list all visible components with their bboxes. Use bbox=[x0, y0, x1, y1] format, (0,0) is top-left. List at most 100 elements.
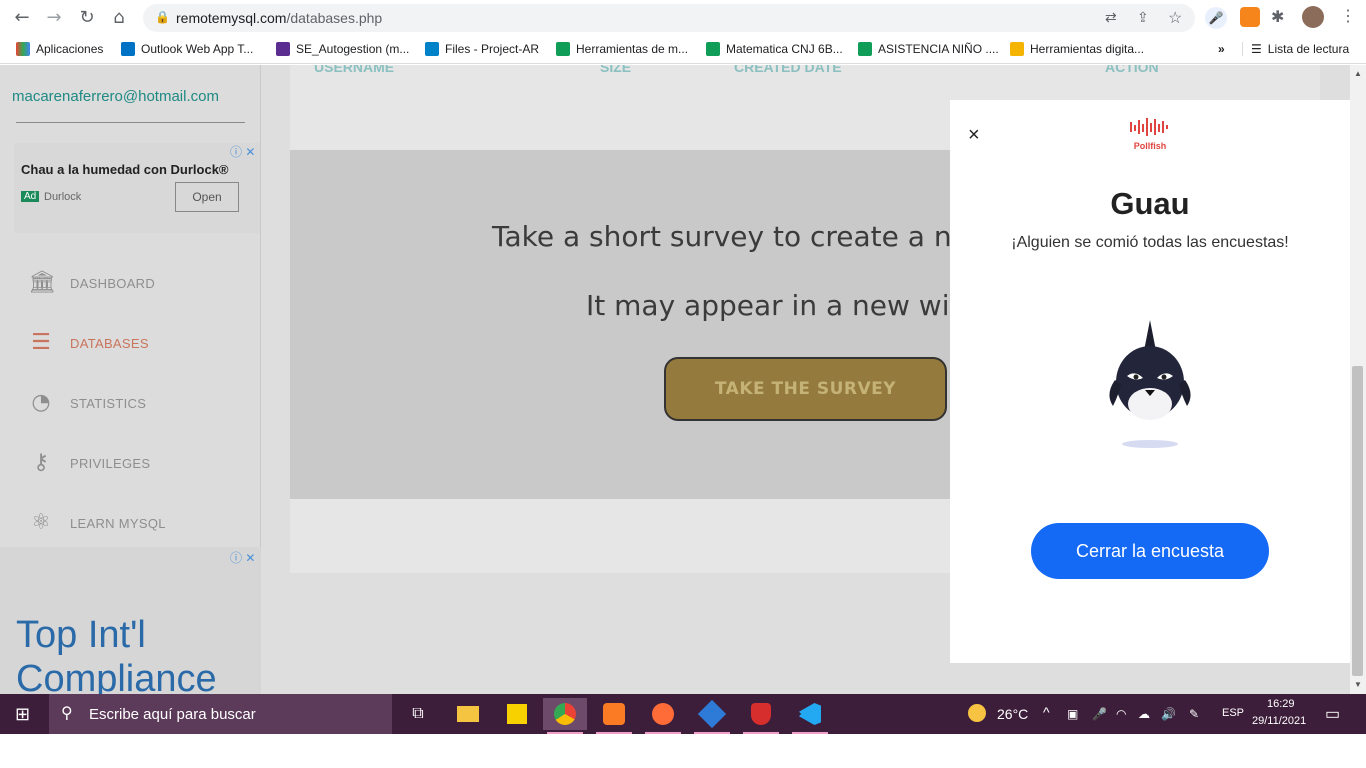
modal-subtitle: ¡Alguien se comió todas las encuestas! bbox=[1011, 234, 1289, 251]
pollfish-logo-icon bbox=[1130, 118, 1168, 136]
atom-icon: ⚛ bbox=[31, 510, 51, 535]
bookmark-herramientas-digita[interactable]: Herramientas digita... bbox=[1010, 42, 1144, 56]
vscode-icon bbox=[799, 703, 821, 725]
sidebar-divider bbox=[16, 122, 245, 123]
back-icon[interactable]: ← bbox=[10, 6, 34, 30]
sidebar-item-learn-mysql[interactable]: ⚛ LEARN MYSQL bbox=[0, 503, 261, 543]
taskbar-sourcetree[interactable] bbox=[690, 698, 734, 734]
ad-open-button[interactable]: Open bbox=[175, 182, 239, 212]
windows-start-icon[interactable]: ⊞ bbox=[15, 704, 30, 725]
lock-icon[interactable]: 🔒 bbox=[155, 10, 170, 24]
language-indicator[interactable]: ESP bbox=[1222, 707, 1244, 719]
clock-time[interactable]: 16:29 bbox=[1267, 698, 1295, 710]
sidebar-item-databases[interactable]: ☰ DATABASES bbox=[0, 323, 261, 363]
sidebar-item-label: DASHBOARD bbox=[70, 275, 156, 291]
scrollbar-thumb[interactable] bbox=[1352, 366, 1363, 676]
extensions-icon[interactable]: ✱ bbox=[1271, 7, 1284, 27]
translate-icon[interactable]: ⇄ bbox=[1105, 9, 1117, 26]
bookmark-matematica[interactable]: Matematica CNJ 6B... bbox=[706, 42, 843, 56]
sidebar-item-label: LEARN MYSQL bbox=[70, 515, 166, 531]
sidebar-item-statistics[interactable]: ◔ STATISTICS bbox=[0, 383, 261, 423]
bookmark-label: Herramientas de m... bbox=[576, 42, 689, 56]
weather-temperature[interactable]: 26°C bbox=[997, 706, 1028, 722]
url-text[interactable]: remotemysql.com/databases.php bbox=[176, 10, 382, 26]
bookmark-label: Files - Project-AR bbox=[445, 42, 540, 56]
ad-banner-top[interactable]: ⓘ ✕ Chau a la humedad con Durlock® Ad Du… bbox=[14, 143, 260, 233]
profile-avatar[interactable] bbox=[1302, 6, 1324, 28]
weather-icon[interactable] bbox=[968, 704, 986, 722]
ad-advertiser: Durlock bbox=[44, 191, 82, 203]
taskbar-vscode[interactable] bbox=[788, 698, 832, 734]
clock-date[interactable]: 29/11/2021 bbox=[1252, 715, 1306, 727]
bookmarks-bar: Aplicaciones Outlook Web App T... SE_Aut… bbox=[0, 36, 1366, 64]
taskbar-search[interactable]: ⚲ Escribe aquí para buscar bbox=[49, 694, 392, 734]
survey-text-line2: It may appear in a new wir bbox=[586, 289, 961, 322]
microphone-icon[interactable]: 🎤 bbox=[1092, 707, 1107, 721]
chrome-icon bbox=[554, 703, 576, 725]
apps-grid-icon bbox=[16, 42, 30, 56]
home-icon[interactable]: ⌂ bbox=[107, 6, 131, 30]
bookmark-label: Matematica CNJ 6B... bbox=[726, 42, 843, 56]
notifications-icon[interactable]: ▭ bbox=[1325, 704, 1340, 724]
ad-info-icon[interactable]: ⓘ ✕ bbox=[230, 143, 255, 160]
ad-text-line2: Compliance bbox=[16, 658, 217, 694]
reading-list-icon: ☰ bbox=[1251, 42, 1262, 56]
meet-now-icon[interactable]: ▣ bbox=[1067, 707, 1078, 721]
bookmark-label: Aplicaciones bbox=[36, 42, 104, 56]
key-icon: ⚷ bbox=[32, 450, 50, 475]
bookmark-herramientas-m[interactable]: Herramientas de m... bbox=[556, 42, 688, 56]
bookmark-files-project[interactable]: Files - Project-AR bbox=[425, 42, 539, 56]
bank-icon: 🏛 bbox=[28, 270, 56, 295]
pen-icon[interactable]: ✎ bbox=[1189, 707, 1199, 721]
user-email: macarenaferrero@hotmail.com bbox=[12, 88, 219, 105]
forward-icon[interactable]: → bbox=[42, 6, 66, 30]
scroll-down-icon[interactable]: ▼ bbox=[1354, 680, 1362, 689]
search-icon: ⚲ bbox=[61, 703, 73, 722]
taskbar-xampp[interactable] bbox=[592, 698, 636, 734]
orca-illustration bbox=[1109, 320, 1191, 448]
taskbar-security-app[interactable] bbox=[739, 698, 783, 734]
sidebar-item-label: PRIVILEGES bbox=[70, 455, 151, 471]
taskbar-postman[interactable] bbox=[641, 698, 685, 734]
sidebar-item-dashboard[interactable]: 🏛 DASHBOARD bbox=[0, 263, 261, 303]
more-bookmarks-button[interactable]: » bbox=[1218, 42, 1225, 56]
voice-extension-icon[interactable]: 🎤 bbox=[1205, 7, 1227, 29]
tray-overflow-icon[interactable]: ^ bbox=[1043, 704, 1050, 720]
pollfish-brand: Pollfish bbox=[1133, 141, 1167, 151]
ad-info-icon[interactable]: ⓘ ✕ bbox=[230, 549, 255, 566]
bookmark-star-icon[interactable]: ☆ bbox=[1168, 8, 1182, 28]
windows-taskbar: ⊞ ⚲ Escribe aquí para buscar ⧉ 26°C ^ ▣ … bbox=[0, 694, 1366, 734]
take-survey-button[interactable]: TAKE THE SURVEY bbox=[664, 357, 947, 421]
bookmark-outlook[interactable]: Outlook Web App T... bbox=[121, 42, 253, 56]
wifi-icon[interactable]: ◠ bbox=[1116, 707, 1126, 721]
task-view-button[interactable]: ⧉ bbox=[396, 698, 440, 730]
postman-icon bbox=[652, 703, 674, 725]
ad-banner-bottom[interactable]: ⓘ ✕ Top Int'l Compliance bbox=[0, 547, 261, 694]
bookmark-label: ASISTENCIA NIÑO .... bbox=[878, 42, 999, 56]
taskbar-file-explorer[interactable] bbox=[446, 698, 490, 730]
scroll-up-icon[interactable]: ▲ bbox=[1354, 69, 1362, 78]
share-icon[interactable]: ⇪ bbox=[1137, 9, 1149, 26]
pie-chart-icon: ◔ bbox=[31, 390, 51, 415]
metamask-icon[interactable] bbox=[1240, 7, 1260, 27]
sticky-notes-icon bbox=[507, 704, 527, 724]
bookmark-se-autogestion[interactable]: SE_Autogestion (m... bbox=[276, 42, 409, 56]
bookmark-aplicaciones[interactable]: Aplicaciones bbox=[16, 42, 103, 56]
screen-bottom-strip bbox=[0, 734, 1366, 768]
xampp-icon bbox=[603, 703, 625, 725]
menu-icon[interactable]: ⋮ bbox=[1340, 6, 1356, 26]
bookmark-label: SE_Autogestion (m... bbox=[296, 42, 410, 56]
bookmark-asistencia[interactable]: ASISTENCIA NIÑO .... bbox=[858, 42, 999, 56]
column-size: SIZE bbox=[600, 65, 632, 75]
close-survey-button[interactable]: Cerrar la encuesta bbox=[1031, 523, 1269, 579]
url-host: remotemysql.com bbox=[176, 10, 287, 26]
folder-icon bbox=[457, 706, 479, 722]
taskbar-sticky-notes[interactable] bbox=[495, 698, 539, 730]
volume-icon[interactable]: 🔊 bbox=[1161, 707, 1176, 721]
reload-icon[interactable]: ↻ bbox=[75, 6, 99, 30]
sidebar-item-label: DATABASES bbox=[70, 335, 149, 351]
taskbar-chrome[interactable] bbox=[543, 698, 587, 734]
sidebar-item-privileges[interactable]: ⚷ PRIVILEGES bbox=[0, 443, 261, 483]
onedrive-icon[interactable]: ☁ bbox=[1138, 707, 1150, 721]
reading-list-button[interactable]: ☰ Lista de lectura bbox=[1242, 42, 1349, 56]
